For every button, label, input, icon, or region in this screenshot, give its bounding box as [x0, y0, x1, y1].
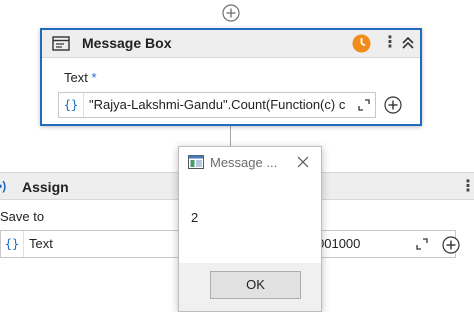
save-to-label: Save to: [0, 209, 45, 224]
dialog-titlebar[interactable]: Message ...: [179, 147, 321, 177]
message-box-icon: [52, 36, 70, 51]
assign-title: Assign: [22, 179, 69, 195]
add-activity-icon[interactable]: [222, 4, 240, 22]
expression-editor-icon[interactable]: {}: [59, 93, 84, 117]
assign-icon: •): [0, 179, 7, 193]
sequence-connector: [230, 126, 231, 148]
clock-icon[interactable]: [352, 34, 371, 53]
message-box-header[interactable]: Message Box ⋮: [42, 30, 420, 58]
dialog-message: 2: [191, 210, 199, 225]
close-icon[interactable]: [296, 155, 310, 169]
save-to-value: Text: [29, 236, 53, 251]
message-box-activity[interactable]: Message Box ⋮ Text * {} "Rajya-Lakshmi-G…: [40, 28, 422, 126]
collapse-icon[interactable]: [400, 35, 416, 51]
expression-editor-icon[interactable]: {}: [1, 231, 24, 257]
dialog-footer: OK: [179, 263, 321, 311]
text-expression-value: "Rajya-Lakshmi-Gandu".Count(Function(c) …: [89, 97, 346, 112]
expand-icon[interactable]: [357, 98, 371, 112]
message-dialog[interactable]: Message ... 2 OK: [178, 146, 322, 312]
text-field-label: Text *: [64, 70, 97, 85]
assign-add-variable-icon[interactable]: [442, 236, 460, 254]
required-marker: *: [91, 70, 97, 85]
add-variable-icon[interactable]: [384, 96, 402, 114]
assign-value-text: 001000: [317, 236, 361, 251]
text-expression-input[interactable]: {} "Rajya-Lakshmi-Gandu".Count(Function(…: [58, 92, 376, 118]
assign-menu-icon[interactable]: ⋮: [460, 177, 474, 197]
kebab-menu-icon[interactable]: ⋮: [382, 33, 398, 53]
expand-icon[interactable]: [415, 237, 429, 251]
ok-button[interactable]: OK: [210, 271, 301, 299]
message-box-title: Message Box: [82, 35, 172, 51]
window-app-icon: [188, 155, 204, 169]
dialog-title: Message ...: [210, 155, 278, 170]
